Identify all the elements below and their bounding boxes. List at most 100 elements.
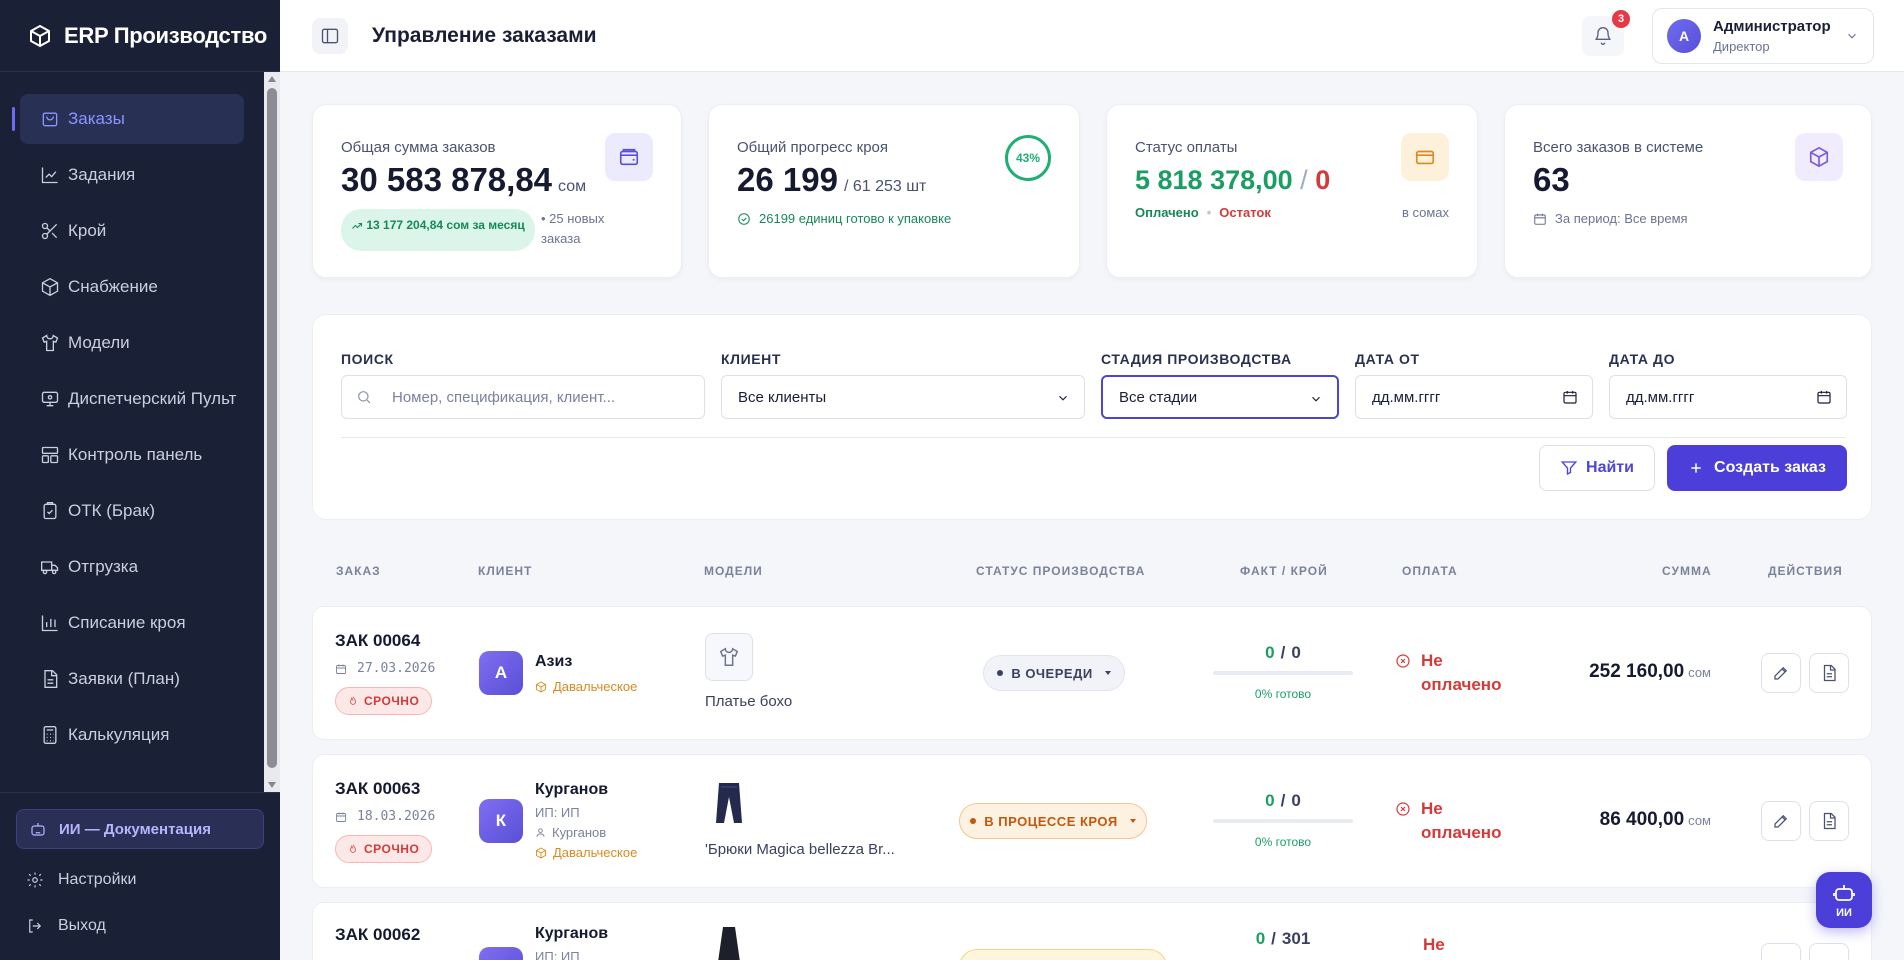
layout-icon [41,446,59,464]
order-number[interactable]: ЗАК 00064 [335,631,420,651]
model-photo[interactable] [707,925,751,960]
cut-value: 301 [1281,929,1311,948]
caret-down-icon [1104,671,1111,675]
payment-legend: Оплачено • Остаток [1135,205,1271,220]
calendar-icon [336,664,346,674]
date-to-field[interactable]: дд.мм.гггг [1609,375,1847,419]
sidebar-scrollbar[interactable] [264,72,280,792]
sidebar-item-models[interactable]: Модели [20,318,244,368]
date-from-field[interactable]: дд.мм.гггг [1355,375,1593,419]
user-menu[interactable]: А Администратор Директор [1652,8,1874,64]
sidebar-item-label: Модели [68,333,130,352]
stage-select[interactable]: Все стадии [1101,375,1339,419]
client-avatar: А [479,651,523,695]
sidebar-item-label: Отгрузка [68,557,139,576]
document-button[interactable] [1809,943,1849,960]
calculator-icon [43,726,57,744]
sidebar: ERP Производство Заказы Задания Крой Сна… [0,0,280,960]
table-row[interactable]: ЗАК 00063 18.03.2026 СРОЧНО К Курганов И… [312,754,1872,888]
brand[interactable]: ERP Производство [0,0,280,72]
logout-link[interactable]: Выход [16,903,264,949]
scrollbar-thumb[interactable] [267,88,277,768]
document-button[interactable] [1809,801,1849,841]
filter-panel: ПОИСК Номер, спецификация, клиент... КЛИ… [312,314,1872,520]
sidebar-item-tasks[interactable]: Задания [20,150,244,200]
model-thumbnail[interactable] [705,633,753,681]
stat-value: 5 818 378,00 / 0 [1135,165,1330,196]
create-order-button[interactable]: Создать заказ [1667,445,1847,491]
period-note: За период: Все время [1533,211,1688,226]
sidebar-item-calculation[interactable]: Калькуляция [20,710,244,760]
client-type: Давальческое [535,845,637,860]
client-name: Азиз [535,653,573,670]
model-photo[interactable] [707,781,751,825]
edit-button[interactable] [1761,653,1801,693]
cutting-total: / 61 253 шт [843,178,927,195]
search-input[interactable]: Номер, спецификация, клиент... [341,375,705,419]
create-order-button-label: Создать заказ [1714,459,1826,476]
status-dropdown[interactable] [959,949,1167,960]
brand-title: ERP Производство [64,22,268,48]
sidebar-item-requests[interactable]: Заявки (План) [20,654,244,704]
robot-icon [1833,885,1855,901]
client-avatar: К [479,799,523,843]
table-row[interactable]: ЗАК 00062 Курганов ИП: ИП 0 / 301 Не [312,902,1872,960]
sidebar-item-qc[interactable]: ОТК (Брак) [20,486,244,536]
flame-icon [350,844,356,853]
notifications-button[interactable]: 3 [1582,10,1630,56]
table-row[interactable]: ЗАК 00064 27.03.2026 СРОЧНО А Азиз Давал… [312,606,1872,740]
package-icon [536,846,546,859]
ai-documentation-button[interactable]: ИИ — Документация [16,809,264,849]
user-icon [536,828,545,837]
calendar-icon[interactable] [1562,389,1578,405]
order-number[interactable]: ЗАК 00063 [335,779,420,799]
payment-status: Не оплачено [1395,797,1515,845]
monthly-trend-badge: 13 177 204,84 сом за месяц [341,209,535,251]
stat-label: Всего заказов в системе [1533,139,1704,156]
file-text-icon [44,670,58,688]
sidebar-item-orders[interactable]: Заказы [12,94,244,144]
sidebar-toggle-button[interactable] [312,18,348,54]
filter-divider [341,437,1845,438]
urgent-label: СРОЧНО [364,842,420,856]
stat-card-total-sum: Общая сумма заказов 30 583 878,84 сом 13 … [312,104,682,278]
x-circle-icon [1396,654,1410,668]
fact-percent: 0% готово [1254,687,1312,701]
document-button[interactable] [1809,653,1849,693]
sidebar-item-cutting[interactable]: Крой [20,206,244,256]
ai-assistant-button[interactable]: ИИ [1816,872,1872,928]
sidebar-footer: ИИ — Документация Настройки Выход [0,792,280,960]
paid-label: Оплачено [1135,205,1199,220]
scroll-down-arrow[interactable] [268,782,276,788]
status-dropdown[interactable]: В ОЧЕРЕДИ [983,655,1125,691]
sidebar-item-write-off[interactable]: Списание кроя [20,598,244,648]
sidebar-item-control-panel[interactable]: Контроль панель [20,430,244,480]
sidebar-item-supply[interactable]: Снабжение [20,262,244,312]
date-from-label: ДАТА ОТ [1355,351,1420,367]
client-select[interactable]: Все клиенты [721,375,1085,419]
wallet-icon [619,148,639,166]
stage-label: СТАДИЯ ПРОИЗВОДСТВА [1101,351,1292,367]
client-label: КЛИЕНТ [721,351,782,367]
date-from-value: дд.мм.гггг [1372,388,1441,406]
status-dropdown[interactable]: В ПРОЦЕССЕ КРОЯ [959,803,1147,839]
status-label: В ПРОЦЕССЕ КРОЯ [984,813,1118,829]
column-header-order: ЗАКАЗ [336,564,381,578]
sidebar-item-shipping[interactable]: Отгрузка [20,542,244,592]
find-button[interactable]: Найти [1539,445,1655,491]
client-name: Курганов [535,925,609,942]
stat-card-payment-status: Статус оплаты 5 818 378,00 / 0 Оплачено … [1106,104,1478,278]
scroll-up-arrow[interactable] [268,76,276,82]
total-sum-value: 30 583 878,84 [341,161,553,198]
logout-icon [29,919,42,933]
order-number[interactable]: ЗАК 00062 [335,925,420,945]
edit-button[interactable] [1761,943,1801,960]
edit-button[interactable] [1761,801,1801,841]
sidebar-item-dispatch[interactable]: Диспетчерский Пульт [20,374,244,424]
ready-to-pack-note: 26199 единиц готово к упаковке [737,211,951,226]
settings-label: Настройки [58,871,137,888]
fact-separator: / [1280,643,1286,662]
settings-link[interactable]: Настройки [16,857,264,903]
calendar-icon[interactable] [1816,389,1832,405]
order-date: 27.03.2026 [335,661,435,676]
